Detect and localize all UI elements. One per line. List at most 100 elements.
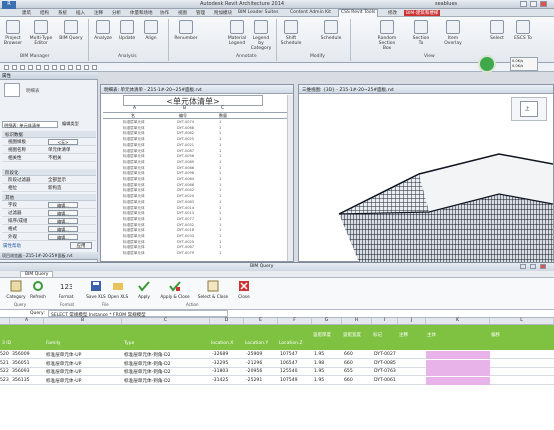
schedule-row[interactable]: 标准层单元体 DYT-0064 1: [103, 177, 287, 183]
table-cell[interactable]: -32689: [212, 352, 228, 357]
table-cell[interactable]: 标准层单元体-UP: [46, 369, 81, 375]
tab-manage[interactable]: 管理: [196, 10, 205, 16]
analyze-button[interactable]: Analyze: [92, 20, 114, 41]
3d-view-icon[interactable]: [68, 65, 73, 70]
table-cell[interactable]: DYT-0085: [374, 361, 396, 366]
column-header[interactable]: C: [122, 318, 210, 325]
app-menu-button[interactable]: R: [2, 1, 16, 9]
bim-query-button[interactable]: BIM Query: [58, 20, 84, 41]
random-section-box-button[interactable]: Random Section Box: [374, 20, 400, 51]
table-cell[interactable]: 521: [0, 361, 9, 366]
table-cell[interactable]: 1.95: [314, 369, 324, 374]
column-header[interactable]: G: [312, 318, 342, 325]
table-cell[interactable]: 107547: [280, 352, 298, 357]
header-cell[interactable]: 3 ID: [2, 341, 11, 346]
minimize-icon[interactable]: [520, 264, 526, 269]
schedule-row[interactable]: 标准层单元体 DYT-0083 1: [103, 200, 287, 206]
close-hidden-icon[interactable]: [92, 65, 97, 70]
section-icon[interactable]: [76, 65, 81, 70]
close-icon[interactable]: [540, 264, 546, 269]
header-cell[interactable]: 标记: [373, 332, 382, 338]
3d-view-window[interactable]: 三维视图: {3D} - Z15-1#-20~25#面板.rvt 上: [298, 84, 554, 262]
header-cell[interactable]: 竖挺厚度: [313, 332, 331, 338]
view-template-button[interactable]: <无>: [48, 139, 78, 145]
prop-value[interactable]: 全部显示: [48, 177, 66, 183]
shift-schedule-button[interactable]: Shift Schedule: [280, 20, 302, 46]
table-cell[interactable]: 356051: [12, 361, 30, 366]
thin-lines-icon[interactable]: [84, 65, 89, 70]
column-header[interactable]: H: [342, 318, 372, 325]
section-other[interactable]: 其他: [2, 194, 96, 201]
table-cell[interactable]: 125540: [280, 369, 298, 374]
schedule-window[interactable]: 明细表: 单元体清单 - Z15-1#-20~25#面板.rvt <单元体清单>…: [100, 84, 294, 262]
tab-analyze[interactable]: 分析: [112, 10, 121, 16]
apply-and-close-button[interactable]: Apply & Close: [160, 280, 190, 299]
table-cell[interactable]: 标准层单元体-到角-D2: [124, 369, 171, 375]
material-legend-button[interactable]: Material Legend: [226, 20, 248, 46]
renumber-button[interactable]: Renumber: [172, 20, 200, 41]
tab-css-revit-tools[interactable]: CSS Revit Tools: [338, 9, 379, 17]
header-cell[interactable]: Type: [124, 341, 134, 346]
format-button[interactable]: 123 Format: [54, 280, 78, 299]
undo-icon[interactable]: [20, 65, 25, 70]
tab-insert[interactable]: 插入: [76, 10, 85, 16]
open-xls-button[interactable]: Open XLS: [106, 280, 130, 299]
tab-bim-query[interactable]: BIM Query: [20, 271, 54, 277]
tab-annotate[interactable]: 注释: [94, 10, 103, 16]
prop-value[interactable]: 单元体清单: [48, 147, 71, 153]
header-cell[interactable]: location.X: [211, 341, 233, 346]
table-cell[interactable]: 660: [344, 352, 353, 357]
properties-help-link[interactable]: 属性帮助: [3, 243, 21, 249]
section-phasing[interactable]: 阶段化: [2, 169, 96, 176]
column-header[interactable]: A: [10, 318, 44, 325]
select-button[interactable]: Select: [486, 20, 508, 41]
tab-systems[interactable]: 系统: [58, 10, 67, 16]
user-name[interactable]: seablues: [435, 1, 457, 7]
header-cell[interactable]: 偏移: [491, 332, 500, 338]
tab-bim-stairs[interactable]: BIM-建筑和楼梯: [404, 10, 441, 16]
tab-bim-leader[interactable]: BIM Leader Suites: [238, 10, 278, 15]
tab-modify[interactable]: 修改: [388, 10, 397, 16]
column-header[interactable]: F: [278, 318, 312, 325]
schedule-button[interactable]: Schedule: [320, 20, 342, 41]
schedule-row[interactable]: 标准层单元体 DYT-0089 1: [103, 160, 287, 166]
column-header[interactable]: I: [372, 318, 398, 325]
table-cell[interactable]: -25909: [246, 352, 262, 357]
header-cell[interactable]: 注释: [399, 332, 408, 338]
item-overlay-button[interactable]: Item Overlay: [440, 20, 466, 46]
table-cell[interactable]: 1.95: [314, 378, 324, 383]
maximize-icon[interactable]: [530, 264, 536, 269]
table-cell[interactable]: 标准层单元体-到角-D2: [124, 352, 171, 358]
table-cell[interactable]: -32295: [212, 361, 228, 366]
table-cell[interactable]: -31425: [212, 378, 228, 383]
column-header[interactable]: D: [210, 318, 244, 325]
header-cell[interactable]: Location.Y: [245, 341, 268, 346]
header-cell[interactable]: Location.Z: [279, 341, 303, 346]
table-cell[interactable]: 标准层单元体-到角-D2: [124, 361, 171, 367]
table-cell[interactable]: 655: [344, 369, 353, 374]
save-icon[interactable]: [12, 65, 17, 70]
host-cell-highlight[interactable]: [426, 351, 490, 359]
schedule-row[interactable]: 标准层单元体 DYT-0074 1: [103, 120, 287, 126]
schedule-row[interactable]: 标准层单元体 DYT-0033 1: [103, 234, 287, 240]
table-cell[interactable]: 106547: [280, 361, 298, 366]
viewcube[interactable]: 上: [511, 97, 547, 121]
apply-button[interactable]: Apply: [132, 280, 156, 299]
tab-collaborate[interactable]: 协作: [160, 10, 169, 16]
host-cell-highlight[interactable]: [426, 368, 490, 376]
host-cell-highlight[interactable]: [426, 359, 490, 368]
select-and-close-button[interactable]: Select & Close: [196, 280, 230, 299]
tab-structure[interactable]: 结构: [40, 10, 49, 16]
table-cell[interactable]: 标准层单元体-UP: [46, 361, 81, 367]
schedule-row[interactable]: 标准层单元体 DYT-0079 1: [103, 251, 287, 257]
viewcube-top-label[interactable]: 上: [525, 106, 530, 112]
table-cell[interactable]: -31803: [212, 369, 228, 374]
table-cell[interactable]: 660: [344, 378, 353, 383]
close-icon[interactable]: [540, 1, 547, 7]
tab-view[interactable]: 视图: [178, 10, 187, 16]
column-header[interactable]: L: [490, 318, 554, 325]
open-icon[interactable]: [4, 65, 9, 70]
table-cell[interactable]: 356093: [12, 369, 30, 374]
escs-to-button[interactable]: ESCS To: [512, 20, 534, 41]
formatting-edit-button[interactable]: 编辑...: [48, 226, 78, 232]
